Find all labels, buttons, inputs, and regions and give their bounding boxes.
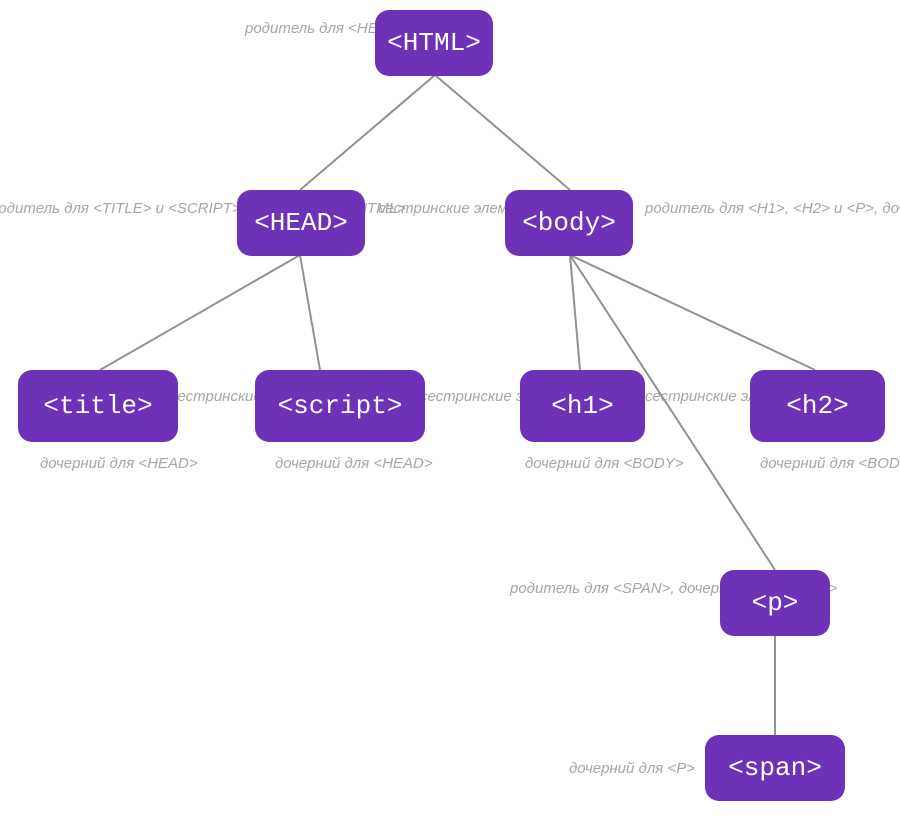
annot-h2-below: дочерний для <BODY> [760, 455, 880, 474]
node-body: <body> [505, 190, 633, 256]
node-body-label: <body> [522, 208, 616, 238]
node-h1-label: <h1> [551, 391, 613, 421]
node-script: <script> [255, 370, 425, 442]
annot-script-h1-mid: сестринские элементы [420, 388, 520, 407]
node-html: <HTML> [375, 10, 493, 76]
node-title-label: <title> [43, 391, 152, 421]
node-title: <title> [18, 370, 178, 442]
node-p-label: <p> [752, 588, 799, 618]
node-script-label: <script> [278, 391, 403, 421]
annot-h1-h2-mid: сестринские элементы [645, 388, 745, 407]
annot-head-body-mid: сестринские элементы [378, 200, 498, 219]
annot-body-right: родитель для <H1>, <H2> и <P>, дочерний … [645, 200, 900, 219]
node-h2-label: <h2> [786, 391, 848, 421]
node-head-label: <HEAD> [254, 208, 348, 238]
annot-h1-below: дочерний для <BODY> [525, 455, 645, 474]
annot-script-below: дочерний для <HEAD> [275, 455, 405, 474]
annot-span-left: дочерний для <P> [555, 760, 695, 779]
node-span-label: <span> [728, 753, 822, 783]
node-h2: <h2> [750, 370, 885, 442]
dom-tree-diagram: <HTML> <HEAD> <body> <title> <script> <h… [0, 0, 900, 820]
annot-title-below: дочерний для <HEAD> [40, 455, 160, 474]
node-head: <HEAD> [237, 190, 365, 256]
node-span: <span> [705, 735, 845, 801]
annot-p-left: родитель для <SPAN>, дочерний для <BODY> [510, 580, 710, 599]
annot-html-above: родитель для <HEAD> и <BODY> [245, 20, 365, 39]
node-p: <p> [720, 570, 830, 636]
node-h1: <h1> [520, 370, 645, 442]
node-html-label: <HTML> [387, 28, 481, 58]
annot-head-left: родитель для <TITLE> и <SCRIPT>, дочерни… [0, 200, 230, 219]
